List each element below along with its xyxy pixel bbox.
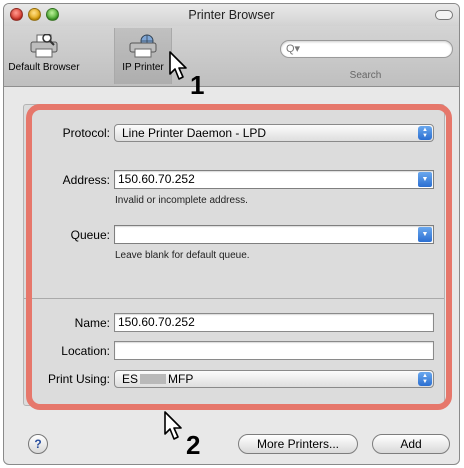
protocol-popup[interactable]: Line Printer Daemon - LPD ▲ ▼: [114, 124, 434, 142]
redaction-box: [140, 374, 167, 384]
help-button[interactable]: ?: [28, 434, 48, 454]
close-button[interactable]: [10, 8, 23, 21]
address-label: Address:: [62, 173, 110, 187]
add-button[interactable]: Add: [372, 434, 450, 454]
callout-number-2: 2: [186, 430, 201, 460]
printer-icon: [30, 34, 58, 58]
globe-printer-icon: [129, 34, 157, 58]
location-field[interactable]: [114, 341, 434, 360]
title-bar: Printer Browser: [4, 4, 459, 26]
print-using-prefix: ES: [122, 372, 139, 386]
protocol-label: Protocol:: [62, 126, 110, 140]
default-browser-label: Default Browser: [8, 62, 80, 73]
location-label: Location:: [61, 344, 110, 358]
print-using-label: Print Using:: [47, 372, 110, 386]
toolbar: Default Browser IP Printer Q▾ Search: [4, 26, 459, 87]
print-using-popup[interactable]: ES MFP ▲ ▼: [114, 370, 434, 388]
search-icon: Q▾: [286, 43, 301, 55]
queue-hint: Leave blank for default queue.: [115, 250, 250, 261]
popup-arrows-icon: ▲ ▼: [418, 126, 432, 140]
more-printers-button[interactable]: More Printers...: [238, 434, 358, 454]
cursor-arrow-icon: [164, 411, 182, 440]
search-label: Search: [349, 70, 382, 81]
protocol-value: Line Printer Daemon - LPD: [122, 126, 267, 140]
address-combo[interactable]: 150.60.70.252 ▼: [114, 170, 434, 189]
callout-number-1: 1: [190, 70, 205, 100]
address-value: 150.60.70.252: [118, 172, 195, 186]
default-browser-tool[interactable]: Default Browser: [8, 28, 80, 84]
chevron-down-icon[interactable]: ▼: [418, 172, 432, 187]
window-title: Printer Browser: [188, 8, 275, 22]
section-divider: [24, 298, 444, 299]
chevron-down-icon[interactable]: ▼: [418, 227, 432, 242]
minimize-button[interactable]: [28, 8, 41, 21]
address-hint: Invalid or incomplete address.: [115, 195, 248, 206]
ip-printer-label: IP Printer: [122, 62, 164, 73]
queue-label: Queue:: [70, 228, 110, 242]
toolbar-toggle-button[interactable]: [435, 10, 453, 20]
zoom-button[interactable]: [46, 8, 59, 21]
cursor-arrow-icon: [169, 51, 187, 80]
popup-arrows-icon: ▲ ▼: [418, 372, 432, 386]
name-field[interactable]: 150.60.70.252: [114, 313, 434, 332]
ip-printer-tool[interactable]: IP Printer: [114, 28, 172, 84]
queue-combo[interactable]: ▼: [114, 225, 434, 244]
print-using-suffix: MFP: [168, 372, 194, 386]
search-input[interactable]: Q▾: [280, 40, 453, 58]
name-label: Name:: [74, 316, 110, 330]
